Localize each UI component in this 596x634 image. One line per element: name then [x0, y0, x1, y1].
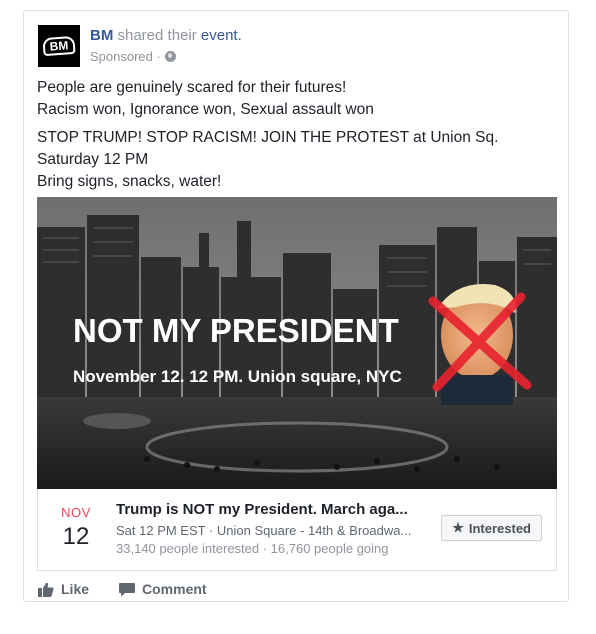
- post-text-line: Bring signs, snacks, water!: [37, 173, 222, 190]
- event-cover-photo[interactable]: NOT MY PRESIDENT November 12. 12 PM. Uni…: [37, 197, 557, 489]
- page-avatar[interactable]: BM: [38, 25, 80, 67]
- post-paragraph-1: People are genuinely scared for their fu…: [37, 77, 557, 121]
- image-headline: NOT MY PRESIDENT: [73, 312, 399, 349]
- event-stats: 33,140 people interested · 16,760 people…: [116, 541, 389, 556]
- avatar-logo: BM: [42, 35, 76, 57]
- post-body: People are genuinely scared for their fu…: [37, 77, 557, 199]
- event-day: 12: [62, 523, 90, 550]
- event-attachment[interactable]: NOV 12 Trump is NOT my President. March …: [37, 489, 557, 571]
- like-label: Like: [61, 581, 90, 597]
- interested-button[interactable]: ★ Interested: [441, 515, 542, 541]
- event-month: NOV: [61, 505, 91, 520]
- globe-icon: [164, 51, 176, 62]
- post-author-line: BM shared their event.: [90, 27, 242, 44]
- post-text-line: People are genuinely scared for their fu…: [37, 79, 347, 96]
- like-button[interactable]: Like: [38, 581, 89, 597]
- cover-photo-graphic: NOT MY PRESIDENT November 12. 12 PM. Uni…: [37, 197, 557, 489]
- event-details: Sat 12 PM EST · Union Square - 14th & Br…: [116, 523, 412, 538]
- sponsored-label[interactable]: Sponsored ·: [90, 49, 161, 64]
- post-meta: Sponsored ·: [90, 49, 176, 64]
- comment-button[interactable]: Comment: [119, 581, 207, 597]
- post-actions: Like Comment: [38, 577, 207, 601]
- speech-bubble-icon: [119, 582, 136, 596]
- post-text-line: Saturday 12 PM: [37, 151, 149, 168]
- page-name-link[interactable]: BM: [90, 27, 113, 44]
- park-ground: [37, 397, 557, 489]
- post-paragraph-2: STOP TRUMP! STOP RACISM! JOIN THE PROTES…: [37, 127, 557, 193]
- pavilion-roof: [83, 413, 151, 429]
- post-text-line: Racism won, Ignorance won, Sexual assaul…: [37, 101, 374, 118]
- thumbs-up-icon: [38, 582, 54, 597]
- shared-text: shared their: [117, 27, 197, 44]
- event-link[interactable]: event.: [201, 27, 242, 44]
- image-subline: November 12. 12 PM. Union square, NYC: [73, 367, 402, 386]
- interested-label: Interested: [468, 520, 531, 536]
- sponsored-post-card: BM BM shared their event. Sponsored · Pe…: [23, 10, 569, 602]
- comment-label: Comment: [142, 581, 207, 597]
- event-title[interactable]: Trump is NOT my President. March aga...: [116, 501, 408, 518]
- star-icon: ★: [452, 520, 464, 535]
- post-text-line: STOP TRUMP! STOP RACISM! JOIN THE PROTES…: [37, 129, 499, 146]
